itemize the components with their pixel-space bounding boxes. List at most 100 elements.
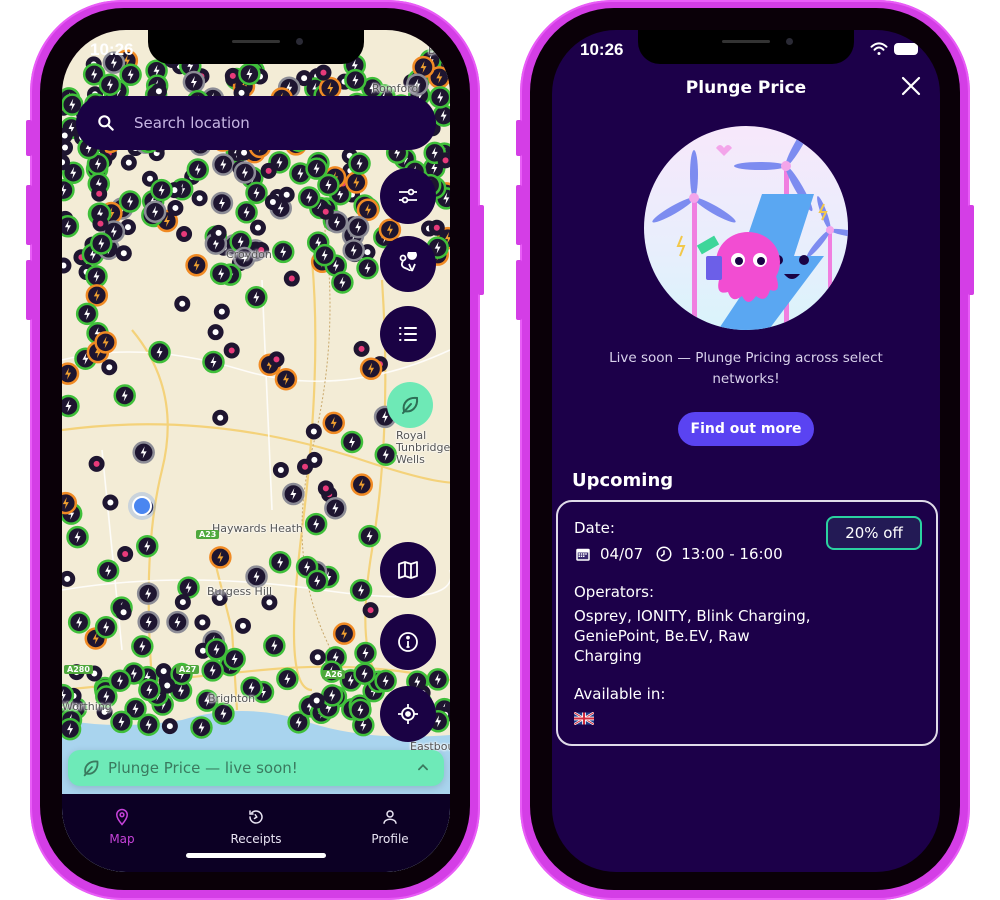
charger-marker[interactable] [235, 201, 258, 224]
charger-marker[interactable] [304, 512, 328, 536]
charger-marker[interactable] [344, 68, 367, 92]
charger-marker[interactable] [274, 367, 298, 391]
charger-marker[interactable] [85, 284, 109, 307]
home-indicator[interactable] [186, 853, 326, 858]
charger-marker[interactable] [305, 569, 329, 593]
charger-marker[interactable] [182, 70, 206, 94]
charger-marker[interactable] [115, 245, 132, 262]
charger-marker[interactable] [209, 546, 232, 569]
charger-marker[interactable] [264, 194, 281, 211]
charger-marker[interactable] [426, 668, 450, 691]
tab-map[interactable]: Map [72, 808, 172, 846]
charger-marker[interactable] [276, 667, 299, 691]
charger-marker[interactable] [207, 324, 224, 341]
charger-marker[interactable] [137, 610, 160, 634]
charger-marker[interactable] [317, 203, 334, 220]
map-canvas[interactable] [62, 30, 450, 872]
charger-marker[interactable] [305, 423, 322, 440]
info-button[interactable] [380, 614, 436, 670]
charger-marker[interactable] [342, 239, 365, 262]
charger-marker[interactable] [223, 647, 246, 671]
charger-marker[interactable] [117, 546, 134, 563]
charger-marker[interactable] [348, 152, 371, 175]
charger-marker[interactable] [349, 698, 372, 722]
charger-marker[interactable] [362, 602, 379, 619]
charger-marker[interactable] [186, 158, 210, 181]
charger-marker[interactable] [212, 153, 235, 176]
charger-marker[interactable] [138, 678, 161, 702]
charger-marker[interactable] [176, 226, 193, 243]
charger-marker[interactable] [238, 62, 261, 86]
close-button[interactable] [898, 74, 924, 100]
charger-marker[interactable] [118, 190, 142, 213]
route-planner-button[interactable] [380, 236, 436, 292]
charger-marker[interactable] [428, 219, 445, 236]
charger-marker[interactable] [317, 480, 334, 497]
map-style-button[interactable] [380, 542, 436, 598]
charger-marker[interactable] [350, 473, 374, 496]
charger-marker[interactable] [340, 430, 364, 454]
charger-marker[interactable] [62, 570, 76, 587]
charger-marker[interactable] [210, 224, 227, 241]
charger-marker[interactable] [66, 525, 89, 549]
charger-marker[interactable] [313, 243, 336, 267]
charger-marker[interactable] [148, 340, 171, 364]
charger-marker[interactable] [322, 411, 345, 435]
charger-marker[interactable] [202, 350, 225, 374]
charger-marker[interactable] [315, 64, 332, 81]
charger-marker[interactable] [378, 218, 402, 241]
charger-marker[interactable] [150, 178, 173, 202]
charger-marker[interactable] [201, 659, 224, 682]
charger-marker[interactable] [191, 190, 208, 207]
charger-marker[interactable] [96, 559, 120, 582]
locate-me-button[interactable] [380, 686, 436, 742]
charger-marker[interactable] [62, 257, 72, 274]
charger-marker[interactable] [272, 461, 289, 478]
charger-marker[interactable] [353, 662, 376, 685]
charger-marker[interactable] [213, 303, 230, 320]
charger-marker[interactable] [212, 409, 229, 426]
charger-marker[interactable] [102, 494, 119, 511]
charger-marker[interactable] [88, 455, 105, 472]
charger-marker[interactable] [90, 232, 113, 255]
charger-marker[interactable] [115, 604, 132, 621]
charger-marker[interactable] [155, 663, 172, 680]
charger-marker[interactable] [136, 582, 160, 605]
charger-marker[interactable] [194, 614, 211, 631]
charger-marker[interactable] [332, 622, 356, 645]
charger-marker[interactable] [167, 199, 184, 216]
charger-marker[interactable] [309, 649, 326, 666]
charger-marker[interactable] [62, 139, 74, 156]
charger-marker[interactable] [245, 286, 268, 309]
charger-marker[interactable] [283, 270, 300, 287]
search-bar[interactable] [76, 96, 436, 150]
charger-marker[interactable] [297, 186, 321, 209]
charger-marker[interactable] [85, 265, 108, 288]
charger-marker[interactable] [161, 718, 178, 735]
charger-marker[interactable] [308, 692, 325, 709]
charger-marker[interactable] [278, 186, 295, 203]
charger-marker[interactable] [137, 713, 160, 736]
charger-marker[interactable] [190, 716, 213, 739]
plunge-price-banner[interactable]: Plunge Price — live soon! [68, 750, 444, 786]
charger-marker[interactable] [62, 214, 80, 238]
charger-marker[interactable] [345, 171, 368, 194]
charger-marker[interactable] [263, 634, 286, 657]
list-view-button[interactable] [380, 306, 436, 362]
charger-marker[interactable] [245, 181, 268, 205]
charger-marker[interactable] [120, 154, 137, 171]
charger-marker[interactable] [331, 271, 354, 294]
charger-marker[interactable] [245, 565, 268, 588]
charger-marker[interactable] [306, 451, 323, 468]
chevron-up-icon[interactable] [416, 760, 430, 774]
charger-marker[interactable] [305, 157, 328, 180]
charger-marker[interactable] [62, 362, 80, 385]
charger-marker[interactable] [174, 295, 191, 312]
charger-marker[interactable] [131, 635, 154, 658]
charger-marker[interactable] [209, 262, 233, 285]
charger-marker[interactable] [113, 384, 136, 407]
charger-marker[interactable] [324, 496, 347, 520]
search-input[interactable] [134, 114, 394, 132]
charger-marker[interactable] [358, 524, 381, 548]
charger-marker[interactable] [374, 443, 398, 467]
